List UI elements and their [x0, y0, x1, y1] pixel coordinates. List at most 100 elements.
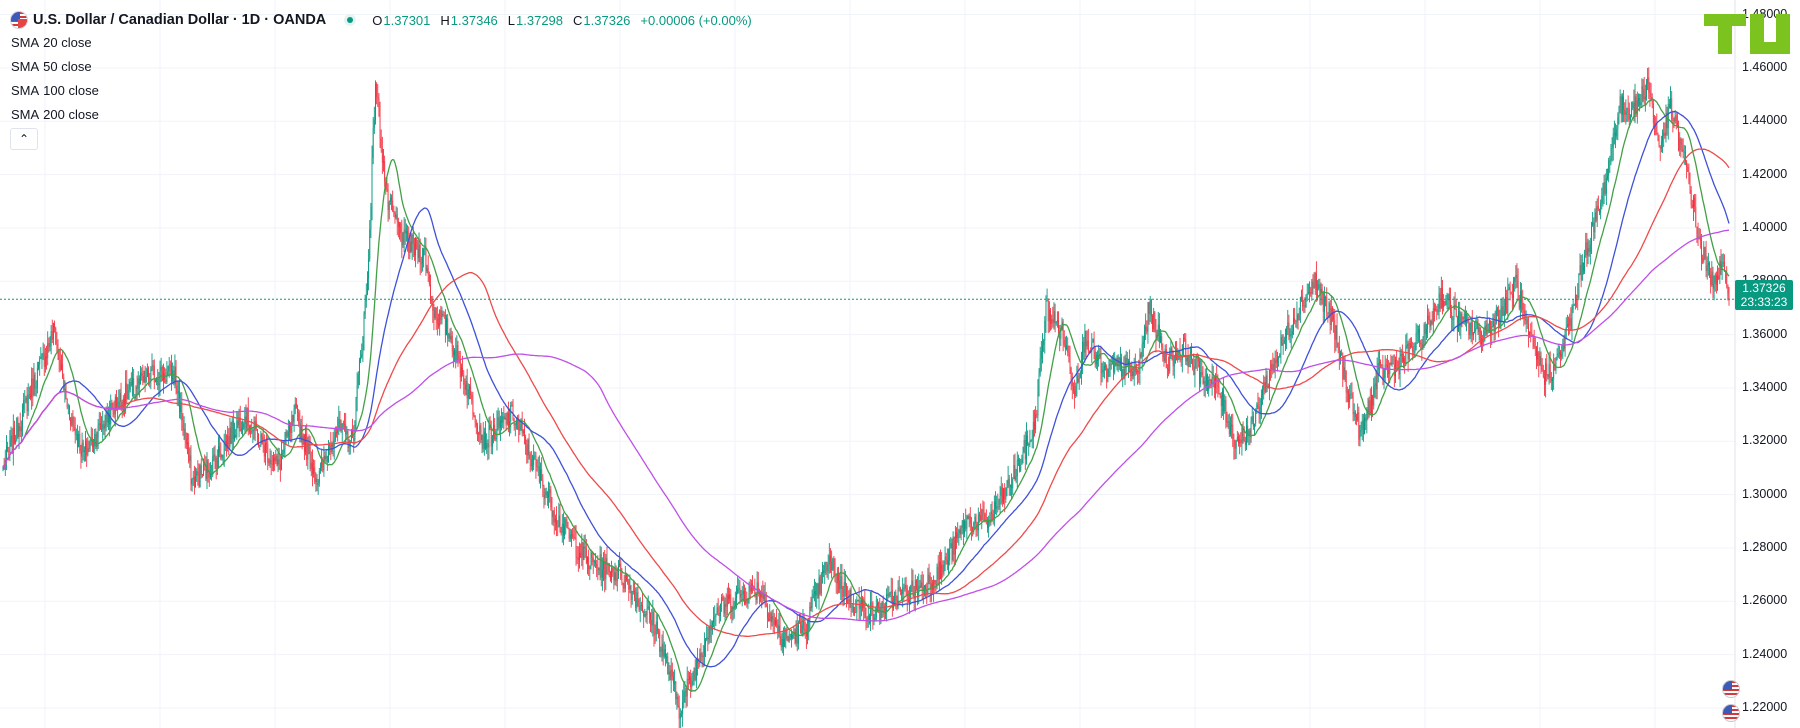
candle — [514, 422, 516, 437]
candle — [150, 366, 152, 390]
candle — [658, 628, 660, 639]
candle — [1485, 319, 1487, 337]
candle — [338, 405, 340, 436]
candle — [1445, 294, 1447, 306]
price-chart[interactable] — [0, 0, 1800, 728]
candle — [1599, 208, 1600, 216]
legend-sma-100[interactable]: SMA 100 close — [11, 83, 99, 98]
candle — [820, 572, 822, 597]
candle — [1341, 349, 1343, 356]
candle — [491, 435, 493, 455]
candle — [391, 194, 392, 211]
candle — [612, 566, 614, 577]
candle — [518, 414, 520, 443]
candle — [655, 614, 657, 642]
candle — [1680, 137, 1682, 158]
candle — [591, 551, 593, 566]
candle — [418, 232, 420, 262]
candle — [23, 393, 25, 417]
legend-sma-20[interactable]: SMA 20 close — [11, 35, 92, 50]
candle — [289, 420, 290, 441]
candle — [854, 606, 855, 617]
candle — [1147, 301, 1149, 344]
candle — [1216, 365, 1218, 394]
candle — [436, 306, 438, 336]
us-event-flag-icon[interactable] — [1722, 704, 1740, 722]
candle — [1373, 377, 1375, 410]
sma-20-line — [2, 98, 1730, 692]
market-status-icon[interactable] — [344, 14, 357, 26]
candle — [1712, 266, 1714, 299]
candle — [1038, 368, 1040, 397]
candle — [1306, 283, 1308, 302]
candle — [723, 595, 725, 617]
candle — [596, 559, 598, 578]
candle — [1318, 278, 1320, 291]
candle — [933, 575, 935, 602]
candle — [1710, 267, 1712, 294]
candle — [1518, 294, 1520, 311]
candle — [42, 342, 44, 360]
candle — [1699, 228, 1701, 249]
candle — [682, 689, 684, 727]
candle — [399, 221, 400, 240]
candle — [1510, 291, 1512, 295]
candle — [534, 451, 536, 460]
candle — [1615, 123, 1616, 149]
candle — [1660, 135, 1662, 153]
candle — [1378, 349, 1380, 375]
candle — [888, 586, 890, 599]
candle — [415, 236, 417, 268]
candle — [94, 428, 96, 455]
candle — [1083, 336, 1085, 360]
chart-area[interactable] — [0, 0, 1800, 728]
candle — [1138, 359, 1140, 384]
candle — [1423, 322, 1425, 348]
candle — [926, 582, 928, 604]
candle — [402, 231, 404, 249]
candle — [1480, 330, 1482, 353]
candle — [504, 413, 506, 420]
legend-sma-50[interactable]: SMA 50 close — [11, 59, 92, 74]
candle — [1632, 101, 1634, 111]
candle — [145, 367, 147, 383]
candle — [1533, 329, 1535, 349]
candle — [903, 583, 905, 602]
candle — [1600, 199, 1602, 220]
candle — [483, 427, 485, 456]
candle — [1202, 366, 1204, 385]
candle — [1650, 83, 1652, 102]
y-tick-label: 1.32000 — [1742, 433, 1788, 448]
candle — [477, 422, 478, 442]
candle — [157, 369, 159, 391]
candle — [915, 579, 917, 591]
candle — [1174, 341, 1176, 364]
candle — [1196, 352, 1198, 371]
candle — [865, 607, 867, 631]
candle — [1177, 348, 1179, 363]
candle — [1367, 397, 1369, 420]
candle — [141, 367, 143, 381]
legend-sma-200[interactable]: SMA 200 close — [11, 107, 99, 122]
candle — [1442, 280, 1443, 315]
candle — [588, 549, 590, 576]
candle — [624, 565, 626, 593]
candle — [569, 528, 571, 542]
candle — [1477, 318, 1479, 336]
symbol-title[interactable]: U.S. Dollar / Canadian Dollar · 1D · OAN… — [33, 12, 326, 28]
candle — [1102, 361, 1104, 378]
candle — [1608, 157, 1610, 183]
candle — [1620, 93, 1622, 123]
candle — [295, 397, 297, 409]
candle — [447, 314, 449, 347]
us-event-flag-icon[interactable] — [1722, 680, 1740, 698]
candle — [1491, 320, 1493, 346]
candle — [1534, 337, 1536, 356]
candle — [1335, 325, 1337, 352]
candle — [82, 439, 84, 461]
candle — [1030, 439, 1032, 442]
candle — [234, 422, 235, 442]
candle — [789, 633, 791, 641]
collapse-legend-button[interactable]: ⌃ — [10, 128, 38, 150]
candle — [580, 543, 582, 559]
